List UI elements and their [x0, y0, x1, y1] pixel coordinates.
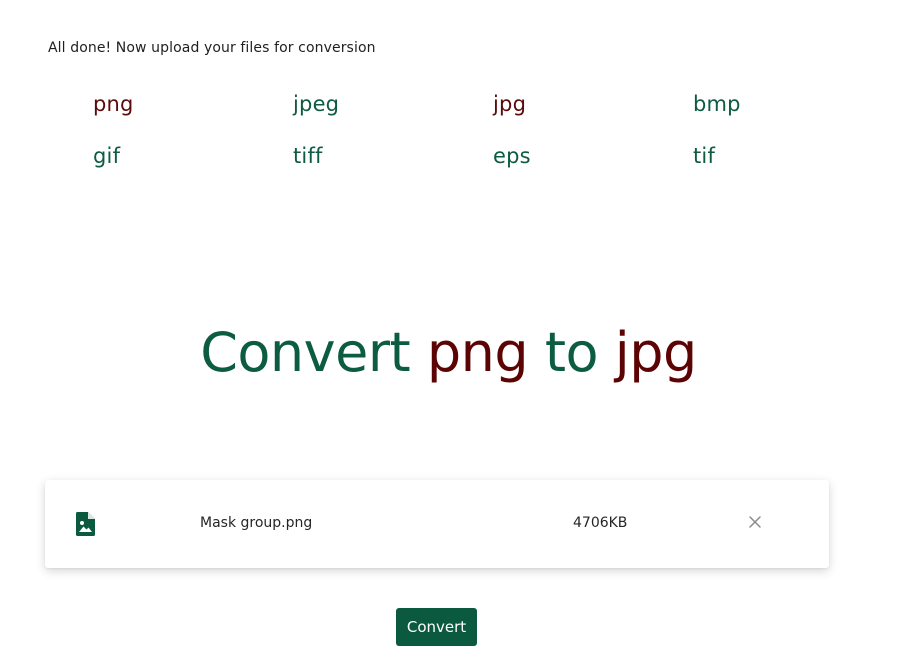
format-option-bmp[interactable]: bmp	[693, 88, 853, 140]
uploaded-file-card: Mask group.png 4706KB	[45, 480, 829, 568]
page-title: Convert png to jpg	[0, 318, 897, 388]
title-prefix: Convert	[200, 321, 411, 384]
format-option-tiff[interactable]: tiff	[293, 140, 493, 192]
format-option-tif[interactable]: tif	[693, 140, 853, 192]
format-option-jpg[interactable]: jpg	[493, 88, 693, 140]
title-connector: to	[544, 321, 599, 384]
format-option-png[interactable]: png	[93, 88, 293, 140]
file-size: 4706KB	[573, 515, 628, 531]
format-list: png jpeg jpg bmp gif tiff eps tif	[93, 88, 853, 192]
format-option-gif[interactable]: gif	[93, 140, 293, 192]
title-source-format: png	[426, 321, 529, 384]
format-option-jpeg[interactable]: jpeg	[293, 88, 493, 140]
title-target-format: jpg	[614, 321, 698, 384]
close-icon[interactable]	[747, 514, 763, 530]
format-option-eps[interactable]: eps	[493, 140, 693, 192]
status-message: All done! Now upload your files for conv…	[48, 40, 376, 56]
convert-button[interactable]: Convert	[396, 608, 477, 646]
image-file-icon	[76, 512, 95, 536]
file-name: Mask group.png	[200, 515, 313, 531]
